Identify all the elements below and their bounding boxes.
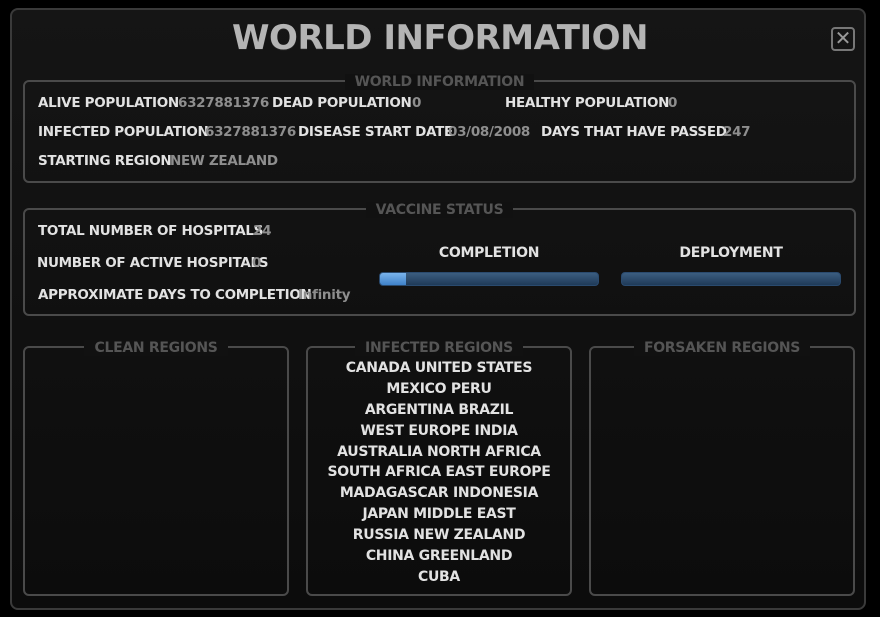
region-row: MADAGASCAR INDONESIA [339, 485, 539, 502]
close-icon: ✕ [834, 26, 852, 50]
region-row: SOUTH AFRICA EAST EUROPE [327, 464, 551, 481]
region-row: MEXICO PERU [386, 380, 492, 397]
dead-population-label: DEAD POPULATION [272, 95, 412, 111]
dead-population-value: 0 [412, 95, 422, 111]
alive-population-value: 6327881376 [178, 95, 269, 111]
days-passed-label: DAYS THAT HAVE PASSED [541, 124, 727, 140]
window-title: WORLD INFORMATION [232, 18, 648, 58]
deployment-progress-bar [621, 272, 841, 286]
days-passed-value: 247 [723, 124, 751, 140]
vaccine-status-legend: VACCINE STATUS [365, 202, 514, 218]
forsaken-regions-panel: FORSAKEN REGIONS [589, 340, 855, 596]
deployment-label: DEPLOYMENT [679, 245, 783, 261]
infected-population-label: INFECTED POPULATION [38, 124, 209, 140]
region-row: JAPAN MIDDLE EAST [362, 506, 516, 523]
active-hospitals-label: NUMBER OF ACTIVE HOSPITALS [37, 255, 269, 271]
world-info-legend: WORLD INFORMATION [344, 74, 535, 90]
completion-progress-bar [379, 272, 599, 286]
active-hospitals-value: 0 [252, 255, 262, 271]
forsaken-regions-legend: FORSAKEN REGIONS [633, 340, 811, 356]
completion-label: COMPLETION [438, 245, 540, 261]
region-row: RUSSIA NEW ZEALAND [352, 527, 526, 544]
region-row: AUSTRALIA NORTH AFRICA [337, 443, 541, 460]
region-row: WEST EUROPE INDIA [360, 422, 518, 439]
healthy-population-value: 0 [668, 95, 678, 111]
clean-regions-legend: CLEAN REGIONS [84, 340, 228, 356]
healthy-population-label: HEALTHY POPULATION [505, 95, 670, 111]
total-hospitals-value: 24 [253, 223, 272, 239]
days-to-completion-label: APPROXIMATE DAYS TO COMPLETION [38, 287, 312, 303]
clean-regions-panel: CLEAN REGIONS [23, 340, 289, 596]
infected-regions-panel: INFECTED REGIONS CANADA UNITED STATES ME… [306, 340, 572, 596]
days-to-completion-value: Infinity [298, 287, 351, 303]
region-row: CUBA [418, 568, 460, 585]
region-row: CANADA UNITED STATES [345, 360, 533, 376]
region-row: ARGENTINA BRAZIL [364, 401, 514, 418]
region-row: CHINA GREENLAND [365, 548, 513, 565]
infected-regions-legend: INFECTED REGIONS [355, 340, 523, 356]
starting-region-label: STARTING REGION [38, 153, 172, 169]
infected-population-value: 6327881376 [205, 124, 296, 140]
total-hospitals-label: TOTAL NUMBER OF HOSPITALS [38, 223, 264, 239]
completion-progress-fill [380, 273, 407, 285]
infected-regions-list: CANADA UNITED STATES MEXICO PERU ARGENTI… [308, 358, 570, 588]
close-button[interactable]: ✕ [831, 27, 855, 51]
starting-region-value: NEW ZEALAND [170, 153, 278, 169]
disease-start-date-label: DISEASE START DATE [298, 124, 453, 140]
disease-start-date-value: 03/08/2008 [448, 124, 531, 140]
alive-population-label: ALIVE POPULATION [38, 95, 179, 111]
